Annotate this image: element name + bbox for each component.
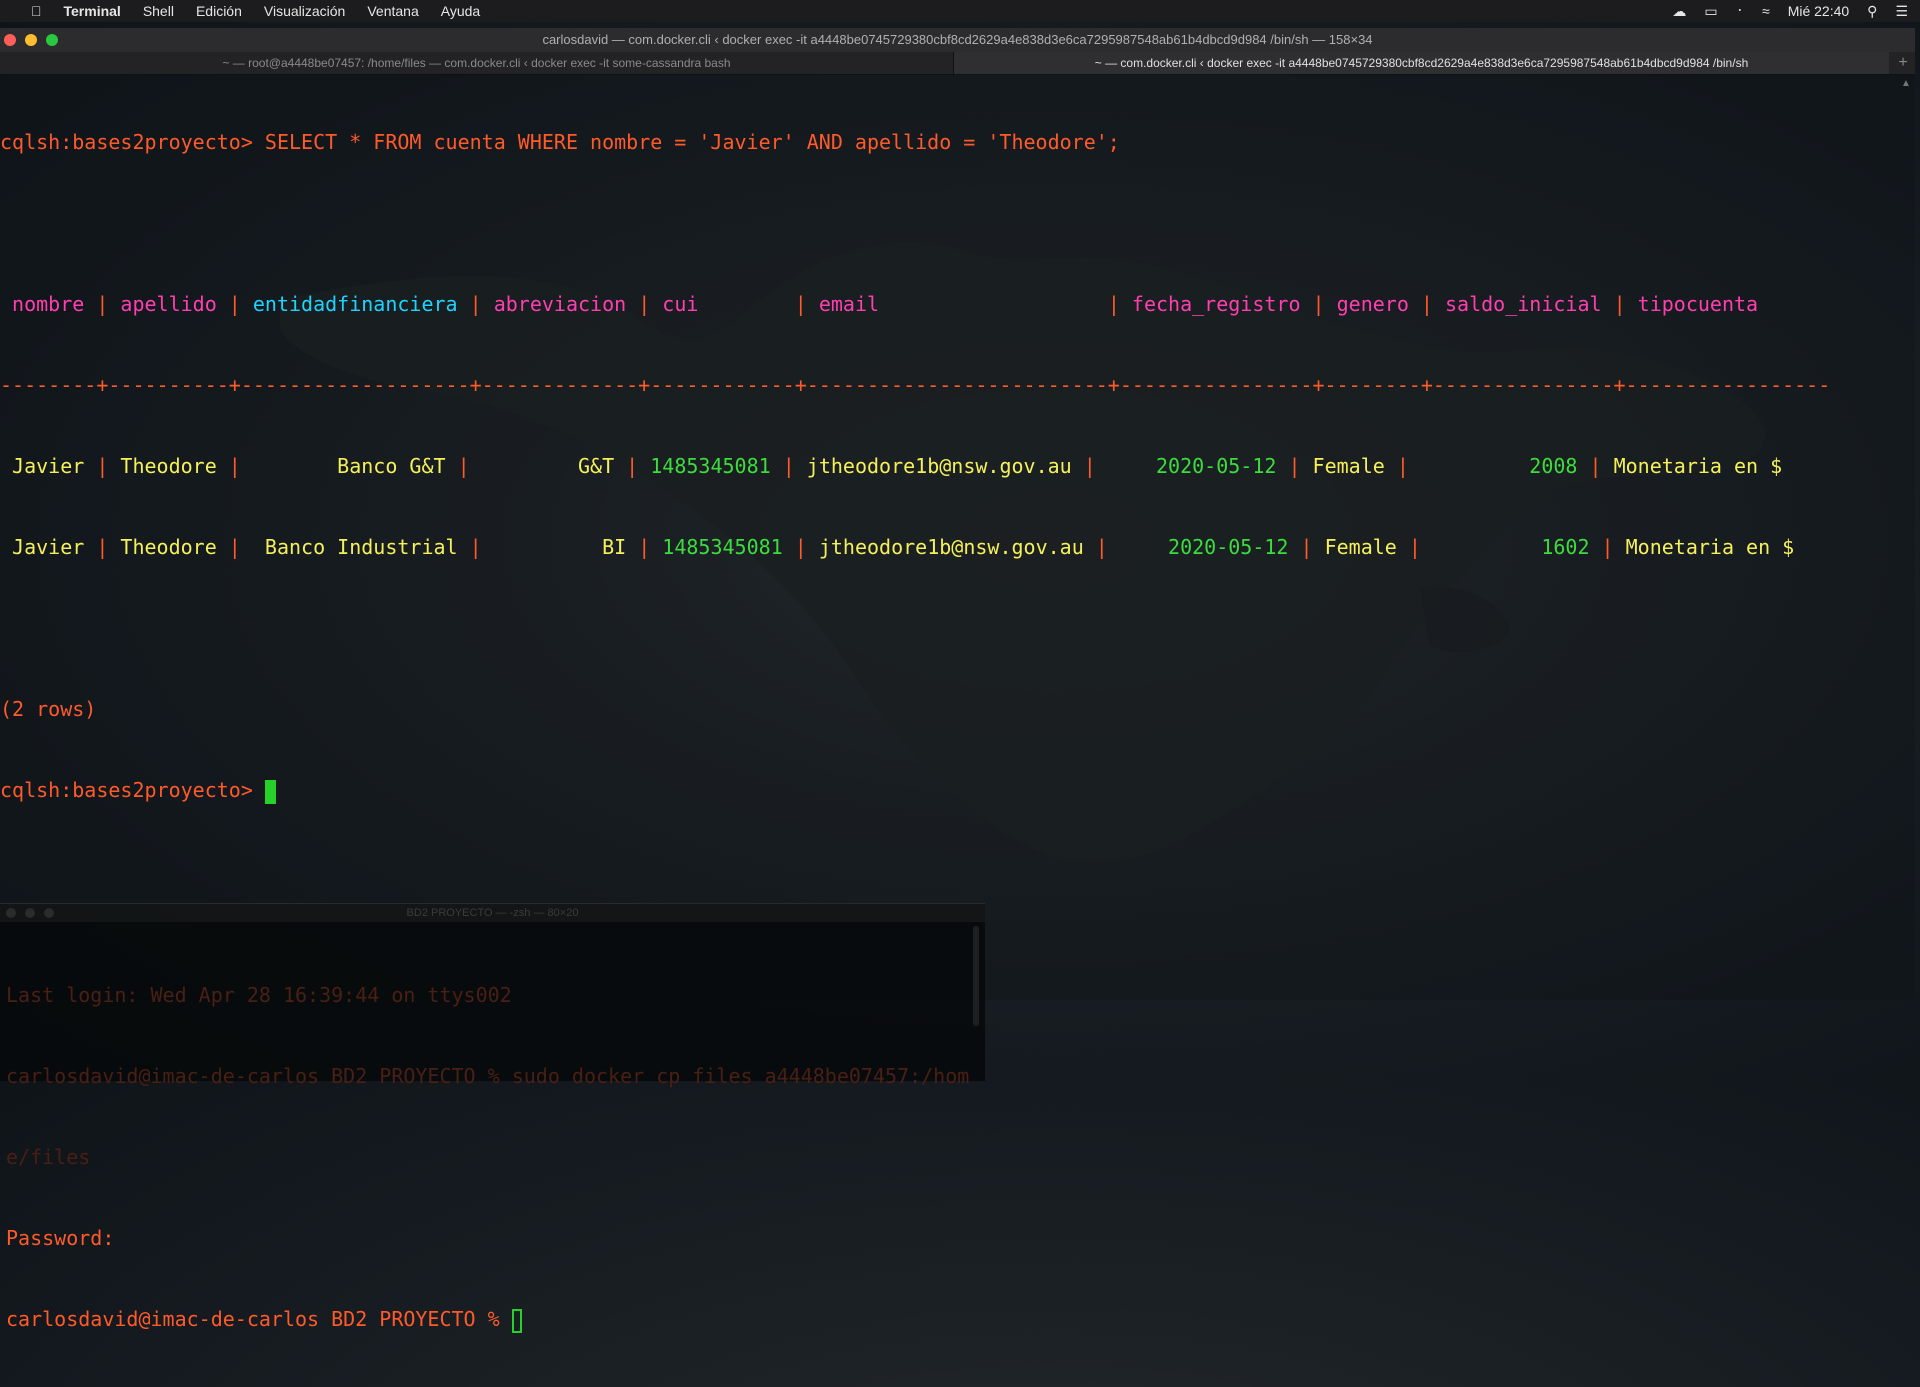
secondary-minimize-button[interactable]	[25, 908, 35, 918]
secondary-terminal-window[interactable]: BD2 PROYECTO — -zsh — 80×20 Last login: …	[0, 903, 985, 1333]
secondary-window-title: BD2 PROYECTO — -zsh — 80×20	[406, 907, 579, 919]
col-entidadfinanciera: entidadfinanciera	[252, 292, 458, 316]
window-titlebar[interactable]: carlosdavid — com.docker.cli ‹ docker ex…	[0, 28, 1915, 52]
prompt: cqlsh:bases2proyecto>	[0, 130, 253, 154]
secondary-terminal-output[interactable]: Last login: Wed Apr 28 16:39:44 on ttys0…	[6, 928, 976, 1387]
password-prompt: Password:	[6, 1226, 115, 1250]
notification-center-icon[interactable]: ☰	[1895, 3, 1908, 20]
bluetooth-icon[interactable]: ᛫	[1736, 3, 1744, 19]
airplay-icon[interactable]: ▭	[1704, 3, 1717, 20]
col-saldo-inicial: saldo_inicial	[1445, 292, 1602, 316]
creative-cloud-icon[interactable]: ☁	[1672, 3, 1686, 20]
tab-cassandra-bash[interactable]: ~ — root@a4448be07457: /home/files — com…	[0, 52, 954, 74]
query-text: SELECT * FROM cuenta WHERE nombre = 'Jav…	[252, 130, 1120, 154]
query-line: cqlsh:bases2proyecto> SELECT * FROM cuen…	[0, 129, 1900, 156]
zsh-prompt: carlosdavid@imac-de-carlos BD2 PROYECTO …	[6, 1307, 512, 1331]
secondary-close-button[interactable]	[6, 908, 16, 918]
secondary-titlebar[interactable]: BD2 PROYECTO — -zsh — 80×20	[0, 904, 985, 922]
col-apellido: apellido	[120, 292, 217, 316]
clock[interactable]: Mié 22:40	[1788, 3, 1849, 19]
table-row: Javier | Theodore | Banco Industrial | B…	[12, 535, 1795, 559]
col-abreviacion: abreviacion	[493, 292, 627, 316]
scroll-indicator[interactable]: ▲	[1901, 78, 1913, 90]
secondary-zoom-button[interactable]	[44, 908, 54, 918]
menu-visualizacion[interactable]: Visualización	[253, 0, 356, 22]
col-nombre: nombre	[12, 292, 85, 316]
wifi-icon[interactable]: ≈	[1762, 3, 1770, 19]
terminal-output[interactable]: cqlsh:bases2proyecto> SELECT * FROM cuen…	[0, 75, 1900, 1000]
final-prompt: cqlsh:bases2proyecto>	[0, 778, 253, 802]
menu-shell[interactable]: Shell	[132, 0, 185, 22]
col-tipocuenta: tipocuenta	[1637, 292, 1759, 316]
spotlight-search-icon[interactable]: ⚲	[1867, 3, 1877, 20]
menu-ayuda[interactable]: Ayuda	[430, 0, 491, 22]
window-title: carlosdavid — com.docker.cli ‹ docker ex…	[542, 32, 1373, 47]
tab-docker-exec-active[interactable]: ~ — com.docker.cli ‹ docker exec -it a44…	[954, 52, 1889, 74]
menu-bar:  Terminal Shell Edición Visualización V…	[0, 0, 1920, 22]
new-tab-button[interactable]: +	[1891, 52, 1915, 74]
table-row: Javier | Theodore | Banco G&T | G&T | 14…	[12, 454, 1783, 478]
text-cursor	[264, 779, 276, 804]
menu-ventana[interactable]: Ventana	[356, 0, 429, 22]
col-cui: cui	[662, 292, 699, 316]
zoom-button[interactable]	[46, 34, 58, 46]
minimize-button[interactable]	[25, 34, 37, 46]
final-prompt-line[interactable]: cqlsh:bases2proyecto>	[0, 777, 1900, 804]
text-cursor-hollow	[511, 1308, 522, 1333]
close-button[interactable]	[4, 34, 16, 46]
tab-bar: ~ — root@a4448be07457: /home/files — com…	[0, 52, 1915, 75]
zsh-prompt-line[interactable]: carlosdavid@imac-de-carlos BD2 PROYECTO …	[6, 1306, 976, 1333]
terminal-window: carlosdavid — com.docker.cli ‹ docker ex…	[0, 28, 1915, 1000]
row-count: (2 rows)	[0, 697, 97, 721]
col-genero: genero	[1336, 292, 1409, 316]
header-row: nombre | apellido | entidadfinanciera | …	[12, 292, 1759, 316]
docker-cp-command: carlosdavid@imac-de-carlos BD2 PROYECTO …	[6, 1064, 970, 1088]
docker-cp-continuation: e/files	[6, 1145, 91, 1169]
separator-line: --------+----------+-------------------+…	[0, 373, 1831, 397]
col-email: email	[818, 292, 880, 316]
apple-icon[interactable]: 	[20, 0, 53, 22]
menu-edicion[interactable]: Edición	[185, 0, 253, 22]
menu-app-name[interactable]: Terminal	[53, 0, 132, 22]
col-fecha-registro: fecha_registro	[1131, 292, 1301, 316]
login-line: Last login: Wed Apr 28 16:39:44 on ttys0…	[6, 983, 512, 1007]
